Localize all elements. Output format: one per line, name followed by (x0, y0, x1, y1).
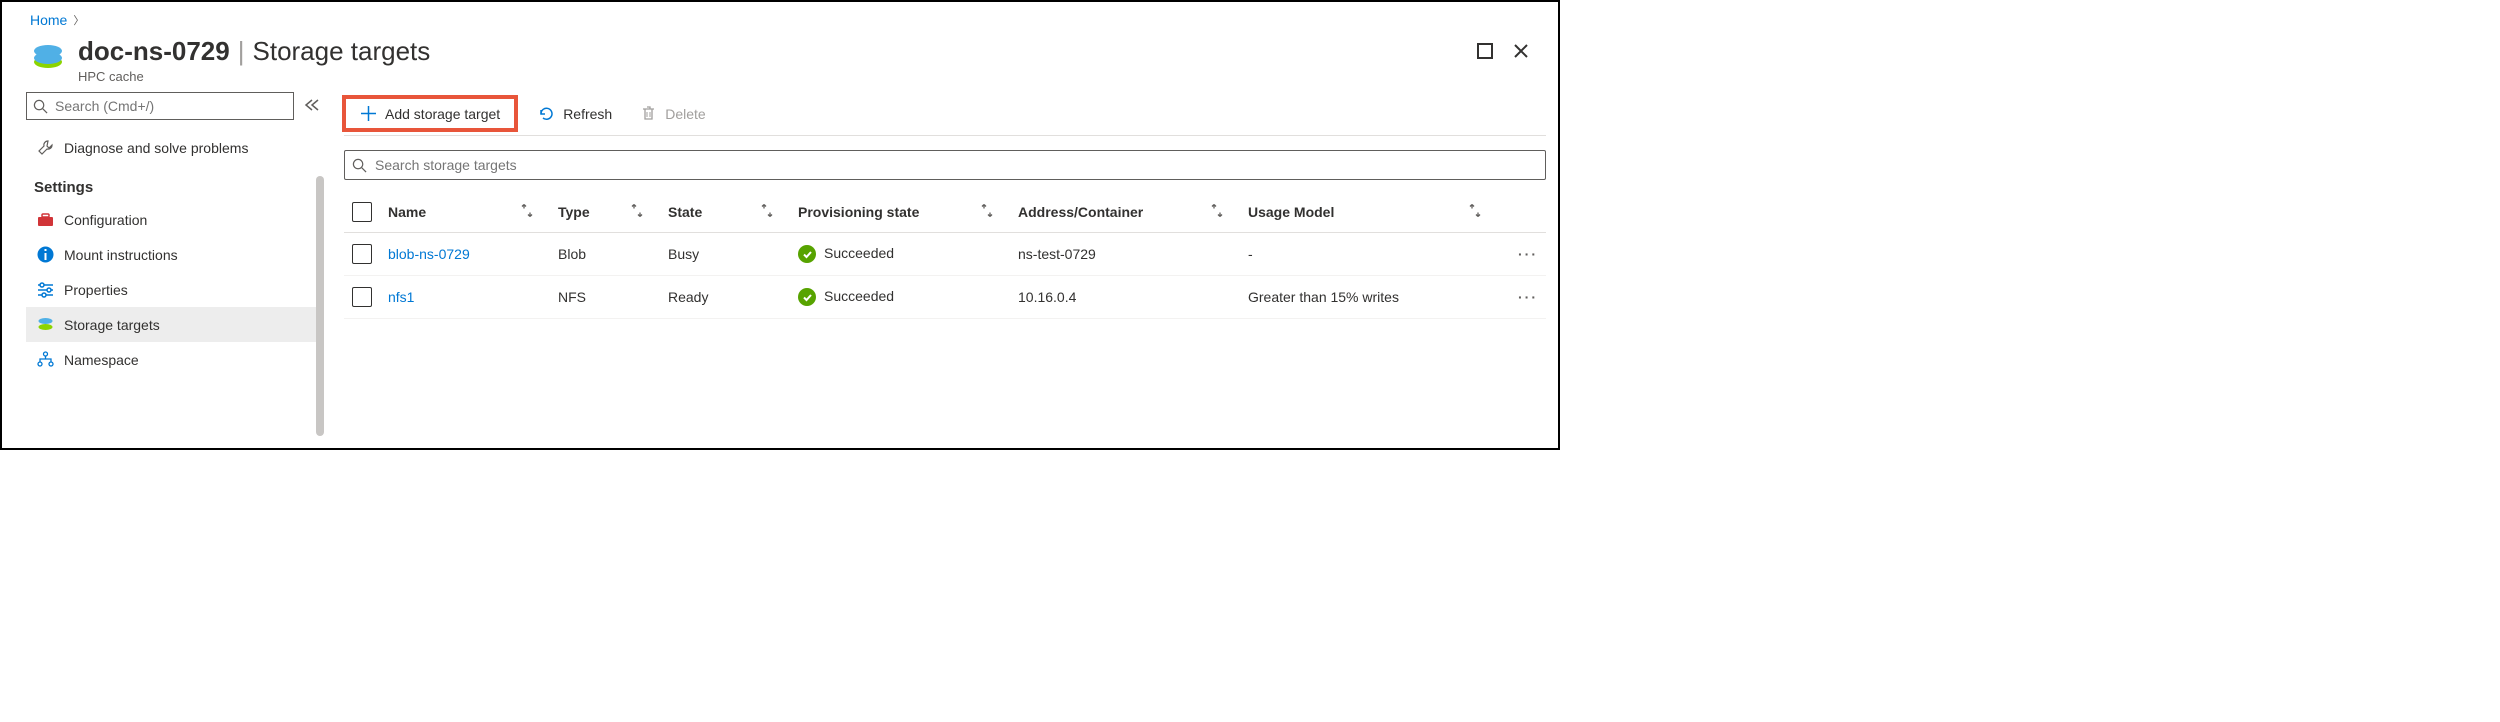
storage-target-link[interactable]: blob-ns-0729 (388, 246, 470, 262)
plus-icon (360, 105, 377, 122)
info-icon (37, 246, 54, 263)
row-more-button[interactable]: ··· (1498, 276, 1546, 319)
select-all-checkbox[interactable] (352, 202, 372, 222)
trash-icon (640, 105, 657, 122)
sidebar-item-label: Diagnose and solve problems (64, 140, 248, 156)
resource-name: doc-ns-0729 (78, 36, 230, 67)
search-icon (352, 158, 367, 173)
sort-icon (980, 204, 994, 221)
sort-icon (630, 204, 644, 221)
sidebar-item-label: Mount instructions (64, 247, 178, 263)
search-icon (33, 99, 48, 114)
sort-icon (760, 204, 774, 221)
close-icon[interactable] (1512, 42, 1530, 63)
cell-type: NFS (550, 276, 660, 319)
hierarchy-icon (37, 351, 54, 368)
storage-icon (37, 316, 54, 333)
page-title: doc-ns-0729 | Storage targets (78, 36, 1476, 67)
table-row[interactable]: blob-ns-0729 Blob Busy Succeeded ns-test… (344, 233, 1546, 276)
resource-type-subtitle: HPC cache (78, 69, 1476, 84)
sidebar-item-storage-targets[interactable]: Storage targets (26, 307, 320, 342)
column-header-type[interactable]: Type (550, 192, 660, 233)
row-checkbox[interactable] (352, 244, 372, 264)
column-header-provisioning[interactable]: Provisioning state (790, 192, 1010, 233)
main-pane: Add storage target Refresh Delete (320, 92, 1558, 436)
column-header-state[interactable]: State (660, 192, 790, 233)
cell-address: ns-test-0729 (1010, 233, 1240, 276)
sidebar-search-input[interactable] (26, 92, 294, 120)
page-header: doc-ns-0729 | Storage targets HPC cache (2, 32, 1558, 92)
success-icon (798, 245, 816, 263)
sliders-icon (37, 281, 54, 298)
table-row[interactable]: nfs1 NFS Ready Succeeded 10.16.0.4 Great… (344, 276, 1546, 319)
sidebar-item-label: Configuration (64, 212, 147, 228)
cell-usage: - (1240, 233, 1498, 276)
refresh-icon (538, 105, 555, 122)
sidebar-item-namespace[interactable]: Namespace (26, 342, 320, 377)
filter-input[interactable] (344, 150, 1546, 180)
column-header-name[interactable]: Name (380, 192, 550, 233)
sidebar: Diagnose and solve problems Settings Con… (2, 92, 320, 436)
cell-type: Blob (550, 233, 660, 276)
cell-state: Ready (660, 276, 790, 319)
sidebar-item-label: Storage targets (64, 317, 160, 333)
sort-icon (1210, 204, 1224, 221)
cell-state: Busy (660, 233, 790, 276)
sort-icon (520, 204, 534, 221)
section-title: Storage targets (253, 36, 431, 67)
breadcrumb-home[interactable]: Home (30, 12, 67, 28)
cell-provisioning: Succeeded (790, 233, 1010, 276)
storage-targets-table: Name Type State Provisioning state (344, 192, 1546, 319)
toolbar-label: Delete (665, 106, 705, 122)
toolbar-label: Add storage target (385, 106, 500, 122)
breadcrumb: Home 〉 (2, 2, 1558, 32)
cell-provisioning: Succeeded (790, 276, 1010, 319)
row-checkbox[interactable] (352, 287, 372, 307)
row-more-button[interactable]: ··· (1498, 233, 1546, 276)
column-header-address[interactable]: Address/Container (1010, 192, 1240, 233)
maximize-icon[interactable] (1476, 42, 1494, 63)
sidebar-item-diagnose[interactable]: Diagnose and solve problems (26, 130, 320, 165)
cell-usage: Greater than 15% writes (1240, 276, 1498, 319)
storage-target-link[interactable]: nfs1 (388, 289, 414, 305)
sort-icon (1468, 204, 1482, 221)
column-header-usage[interactable]: Usage Model (1240, 192, 1498, 233)
sidebar-item-mount[interactable]: Mount instructions (26, 237, 320, 272)
refresh-button[interactable]: Refresh (524, 97, 626, 130)
delete-button: Delete (626, 97, 719, 130)
sidebar-item-properties[interactable]: Properties (26, 272, 320, 307)
toolbox-icon (37, 211, 54, 228)
sidebar-item-label: Namespace (64, 352, 139, 368)
sidebar-section-settings: Settings (26, 165, 320, 202)
chevron-right-icon: 〉 (73, 12, 84, 28)
sidebar-item-configuration[interactable]: Configuration (26, 202, 320, 237)
scrollbar[interactable] (316, 176, 324, 436)
collapse-sidebar-icon[interactable] (304, 98, 320, 115)
add-storage-target-button[interactable]: Add storage target (342, 95, 518, 132)
wrench-icon (37, 139, 54, 156)
sidebar-item-label: Properties (64, 282, 128, 298)
cell-address: 10.16.0.4 (1010, 276, 1240, 319)
toolbar-label: Refresh (563, 106, 612, 122)
success-icon (798, 288, 816, 306)
hpc-cache-icon (30, 40, 66, 76)
toolbar: Add storage target Refresh Delete (344, 92, 1546, 136)
